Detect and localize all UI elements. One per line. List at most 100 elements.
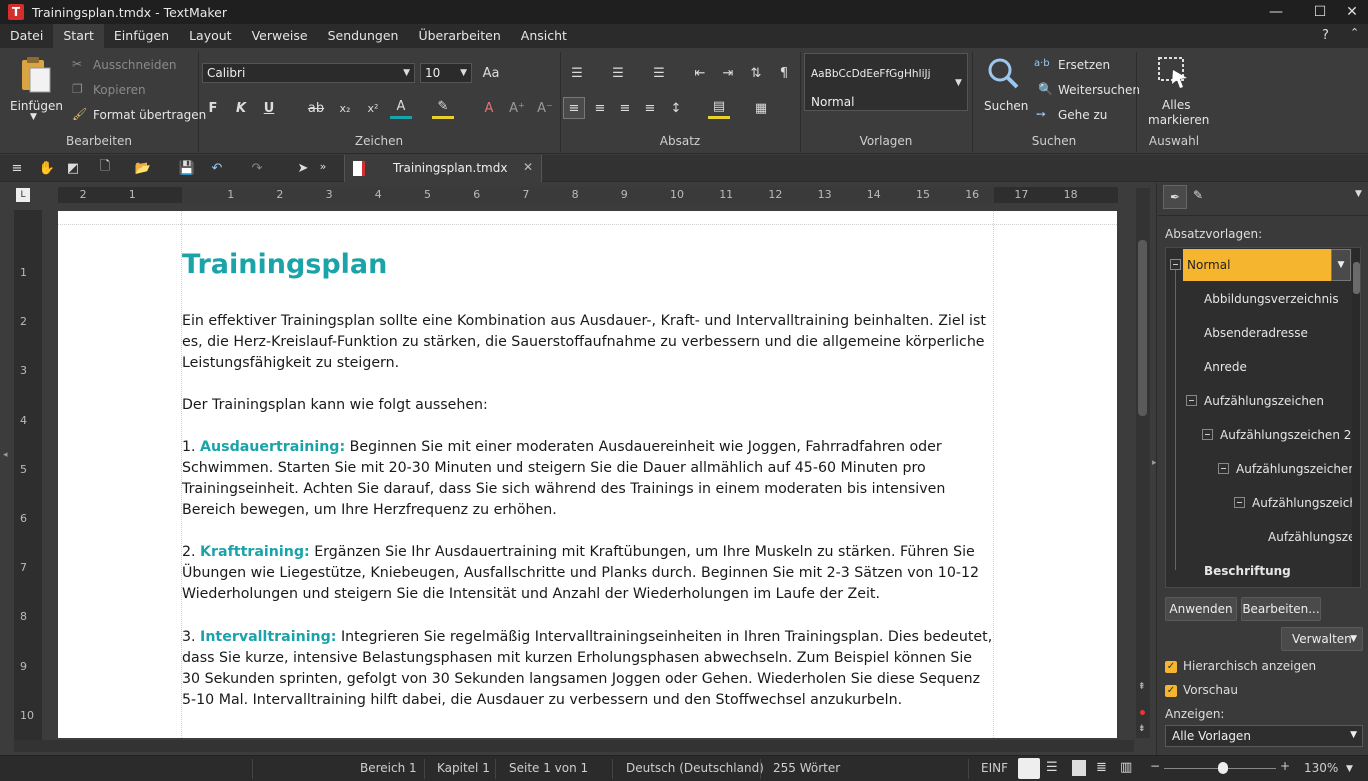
document-heading[interactable]: Trainingsplan (182, 249, 387, 280)
multilevel-list-icon[interactable]: ☰ (648, 62, 670, 84)
more-icon[interactable]: » (312, 155, 334, 177)
justify-icon[interactable]: ≡ (639, 97, 661, 119)
font-name-combo[interactable]: Calibri ▼ (202, 63, 415, 83)
chevron-down-icon[interactable]: ▼ (955, 78, 962, 88)
bullet-list-icon[interactable]: ☰ (566, 62, 588, 84)
style-list-scrollbar-thumb[interactable] (1353, 262, 1360, 294)
menu-layout[interactable]: Layout (179, 24, 242, 48)
increase-indent-icon[interactable]: ⇥ (717, 62, 739, 84)
replace-icon[interactable]: a·b (1034, 58, 1050, 69)
paragraph-styles-tab-icon[interactable]: ✒ (1163, 185, 1187, 209)
view-outline-icon[interactable]: ☰ (1046, 760, 1058, 775)
style-item[interactable]: Beschriftung (1204, 564, 1291, 578)
menu-sendungen[interactable]: Sendungen (318, 24, 409, 48)
menu-datei[interactable]: Datei (0, 24, 53, 48)
list-item-endurance[interactable]: 1. Ausdauertraining: Beginnen Sie mit ei… (182, 437, 994, 521)
paste-button[interactable]: Einfügen (10, 99, 63, 113)
menu-einfuegen[interactable]: Einfügen (104, 24, 179, 48)
tab-stop-selector[interactable]: L (16, 188, 30, 202)
vertical-scrollbar[interactable]: ⇞ ⇟ (1136, 188, 1150, 738)
view-page-icon[interactable] (1072, 760, 1086, 776)
strikethrough-icon[interactable]: ab (305, 97, 327, 119)
paste-dropdown-icon[interactable]: ▼ (30, 112, 37, 122)
zoom-level[interactable]: 130% (1304, 761, 1338, 775)
borders-icon[interactable]: ▦ (750, 97, 772, 119)
line-spacing-icon[interactable]: ↕ (665, 97, 687, 119)
goto-button[interactable]: Gehe zu (1058, 108, 1107, 122)
menu-lines-icon[interactable]: ≡ (6, 157, 28, 179)
collapse-icon[interactable] (1234, 497, 1245, 508)
browse-object-icon[interactable] (1140, 710, 1145, 715)
cut-button[interactable]: Ausschneiden (93, 58, 176, 72)
style-item[interactable]: Aufzählungszeichen (1204, 394, 1324, 408)
superscript-icon[interactable]: x² (362, 97, 384, 119)
horizontal-scrollbar[interactable] (14, 740, 1134, 752)
chevron-down-icon[interactable]: ▼ (1346, 764, 1353, 774)
subscript-icon[interactable]: x₂ (334, 97, 356, 119)
clear-format-icon[interactable]: A (478, 97, 500, 119)
shading-icon[interactable]: ▤ (708, 97, 730, 119)
style-item[interactable]: Aufzählungszeichen 2 (1220, 428, 1351, 442)
collapse-icon[interactable] (1186, 395, 1197, 406)
italic-icon[interactable]: K (230, 97, 252, 119)
format-painter-icon[interactable]: 🖌 (72, 107, 87, 121)
collapse-icon[interactable] (1170, 259, 1181, 270)
paragraph-intro[interactable]: Ein effektiver Trainingsplan sollte eine… (182, 311, 994, 374)
collapse-icon[interactable] (1202, 429, 1213, 440)
next-page-icon[interactable]: ⇟ (1138, 724, 1146, 734)
save-icon[interactable]: 💾 (176, 157, 198, 179)
style-item[interactable]: Absenderadresse (1204, 326, 1308, 340)
vertical-scrollbar-thumb[interactable] (1138, 240, 1147, 416)
copy-button[interactable]: Kopieren (93, 83, 146, 97)
apply-style-button[interactable]: Anwenden (1165, 597, 1237, 621)
new-document-icon[interactable]: 🗋 (94, 157, 116, 179)
left-pane-toggle-icon[interactable]: ◂ (3, 450, 8, 460)
font-size-combo[interactable]: 10 ▼ (420, 63, 472, 83)
preview-checkbox[interactable]: ✓ (1165, 685, 1177, 697)
bold-icon[interactable]: F (202, 97, 224, 119)
format-painter-button[interactable]: Format übertragen (93, 108, 206, 122)
open-folder-icon[interactable]: 📂 (132, 157, 154, 179)
style-list-scrollbar[interactable] (1352, 248, 1360, 587)
vertical-ruler[interactable]: 1 2 3 4 5 6 7 8 9 10 (14, 210, 42, 740)
view-master-icon[interactable]: ≣ (1096, 760, 1107, 775)
redo-icon[interactable]: ↷ (246, 157, 268, 179)
style-list[interactable]: ▼ Normal Abbildungsverzeichnis Absendera… (1165, 247, 1361, 588)
menu-ansicht[interactable]: Ansicht (511, 24, 577, 48)
decrease-indent-icon[interactable]: ⇤ (689, 62, 711, 84)
style-item[interactable]: Anrede (1204, 360, 1247, 374)
horizontal-ruler[interactable]: 2 1 1 2 3 4 5 6 7 8 9 10 11 12 13 14 15 16 17 18 (58, 187, 1118, 203)
document-tab[interactable]: Trainingsplan.tmdx ✕ (344, 155, 542, 182)
list-item-interval[interactable]: 3. Intervalltraining: Integrieren Sie re… (182, 627, 994, 711)
zoom-slider-thumb[interactable] (1218, 762, 1228, 774)
case-icon[interactable]: Aa (480, 62, 502, 84)
manage-styles-button[interactable]: Verwalten ▼ (1281, 627, 1363, 651)
align-right-icon[interactable]: ≡ (614, 97, 636, 119)
sort-icon[interactable]: ⇅ (745, 62, 767, 84)
close-tab-icon[interactable]: ✕ (523, 160, 533, 174)
page-edit-icon[interactable]: ◩ (62, 157, 84, 179)
character-styles-tab-icon[interactable]: ✎ (1193, 188, 1203, 202)
align-left-icon[interactable]: ≡ (563, 97, 585, 119)
pointer-icon[interactable]: ➤ (292, 157, 314, 179)
style-item-dropdown-icon[interactable]: ▼ (1331, 249, 1351, 281)
find-next-icon[interactable]: 🔍 (1038, 82, 1053, 96)
help-icon[interactable]: ? (1322, 28, 1329, 43)
pilcrow-icon[interactable]: ¶ (773, 62, 795, 84)
status-language[interactable]: Deutsch (Deutschland) (626, 761, 764, 775)
view-normal-icon[interactable] (1018, 758, 1040, 779)
sidebar-menu-icon[interactable]: ▼ (1355, 189, 1362, 199)
menu-verweise[interactable]: Verweise (242, 24, 318, 48)
hierarchical-checkbox[interactable]: ✓ (1165, 661, 1177, 673)
document-page[interactable]: Trainingsplan Ein effektiver Trainingspl… (58, 211, 1117, 738)
replace-button[interactable]: Ersetzen (1058, 58, 1110, 72)
shrink-font-icon[interactable]: A⁻ (534, 97, 556, 119)
style-item[interactable]: Aufzählungszeich (1252, 496, 1357, 510)
select-all-icon[interactable] (1157, 56, 1191, 90)
show-select[interactable]: Alle Vorlagen ▼ (1165, 725, 1363, 747)
align-center-icon[interactable]: ≡ (589, 97, 611, 119)
ribbon-collapse-icon[interactable]: ⌃ (1350, 26, 1359, 39)
font-color-icon[interactable]: A (390, 97, 412, 119)
minimize-button[interactable]: — (1256, 0, 1296, 24)
select-all-label-1[interactable]: Alles (1162, 98, 1191, 112)
